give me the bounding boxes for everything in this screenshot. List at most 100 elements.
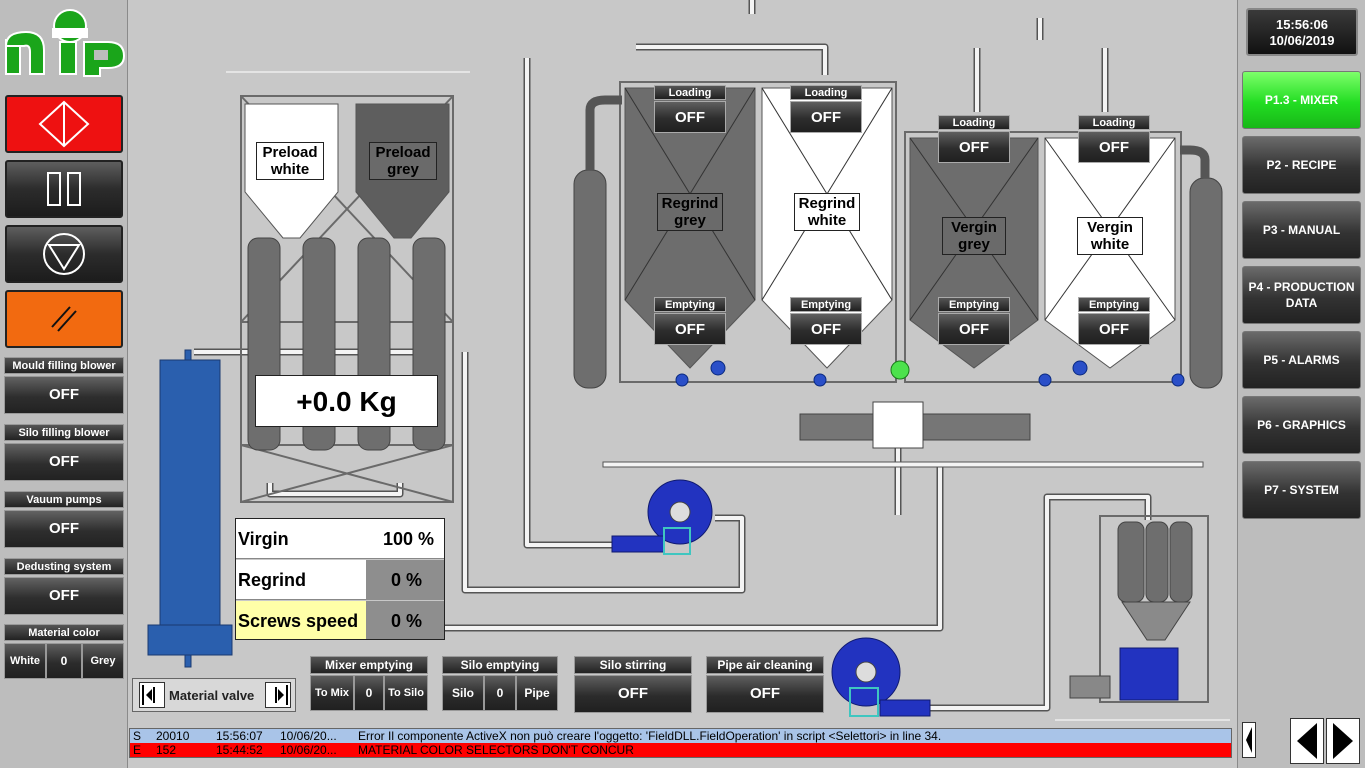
company-logo [4,6,126,78]
mould-filling-blower-label: Mould filling blower [4,357,124,374]
mix-table: Virgin 100 % Regrind 0 % Screws speed 0 … [235,518,445,640]
message-scroll-button[interactable] [1242,722,1256,758]
reset-slash-icon [51,306,77,332]
material-color-grey-button[interactable]: Grey [82,643,124,679]
silo-filling-blower-button[interactable]: OFF [4,443,124,481]
silo2-emptying-button[interactable]: OFF [790,313,862,345]
silo-emptying-value: 0 [484,675,516,711]
material-color-selector: White 0 Grey [4,643,124,679]
reset-button[interactable] [5,290,123,348]
mould-filling-blower-button[interactable]: OFF [4,376,124,414]
vacuum-pumps-button[interactable]: OFF [4,510,124,548]
valve-close-icon[interactable] [139,682,165,708]
small-left-arrow-icon [1246,727,1252,753]
message-type: S [133,729,142,743]
silo-emptying-silo-button[interactable]: Silo [442,675,484,711]
stop-triangle-icon [43,233,85,275]
silo-filling-blower-label: Silo filling blower [4,424,124,441]
start-diamond-icon [38,100,90,148]
nav-p6-graphics[interactable]: P6 - GRAPHICS [1242,396,1361,454]
clock-date: 10/06/2019 [1269,33,1335,48]
mix-row-label: Screws speed [238,611,359,631]
silo2-emptying-label: Emptying [790,297,862,312]
material-color-label: Material color [4,624,124,641]
preload-grey-label: Preload grey [369,142,437,180]
silo4-loading-label: Loading [1078,115,1150,130]
mix-row-screws-speed: Screws speed 0 % [236,601,444,639]
page-forward-button[interactable] [1326,718,1360,764]
nav-p4-production-data[interactable]: P4 - PRODUCTION DATA [1242,266,1361,324]
message-date: 10/06/20... [280,743,337,757]
material-valve-label: Material valve [169,688,255,703]
material-color-value: 0 [46,643,82,679]
silo4-loading-button[interactable]: OFF [1078,131,1150,163]
clock-time: 15:56:06 [1275,17,1329,32]
clock-display: 15:56:06 10/06/2019 [1246,8,1358,56]
mix-row-value: 0 % [390,611,422,631]
message-text: Error Il componente ActiveX non può crea… [358,729,942,743]
pause-icon [47,172,81,206]
silo3-emptying-label: Emptying [938,297,1010,312]
message-row: E 152 15:44:52 10/06/20... MATERIAL COLO… [130,743,1231,757]
silo-stirring-label: Silo stirring [574,656,692,674]
silo4-emptying-button[interactable]: OFF [1078,313,1150,345]
silo2-loading-label: Loading [790,85,862,100]
message-date: 10/06/20... [280,729,337,743]
mixer-emptying-value: 0 [354,675,384,711]
pipe-air-cleaning-label: Pipe air cleaning [706,656,824,674]
left-control-panel: Mould filling blower OFF Silo filling bl… [0,0,128,768]
silo1-loading-button[interactable]: OFF [654,101,726,133]
dedusting-system-button[interactable]: OFF [4,577,124,615]
stop-button[interactable] [5,225,123,283]
material-valve-control[interactable]: Material valve [132,678,296,712]
nav-p2-recipe[interactable]: P2 - RECIPE [1242,136,1361,194]
message-code: 152 [156,743,177,757]
material-color-white-button[interactable]: White [4,643,46,679]
silo-emptying-label: Silo emptying [442,656,558,674]
nav-p1-mixer[interactable]: P1.3 - MIXER [1242,71,1361,129]
mix-row-label: Regrind [238,570,307,590]
dedusting-system-label: Dedusting system [4,558,124,575]
pause-button[interactable] [5,160,123,218]
silo4-name: Vergin white [1077,217,1143,255]
silo3-name: Vergin grey [942,217,1006,255]
mix-row-value: 100 % [382,529,434,549]
mix-row-regrind: Regrind 0 % [236,560,444,600]
silo1-emptying-label: Emptying [654,297,726,312]
message-time: 15:56:07 [216,729,263,743]
silo1-name: Regrind grey [657,193,723,231]
silo2-loading-button[interactable]: OFF [790,101,862,133]
silo2-name: Regrind white [794,193,860,231]
message-row: S 20010 15:56:07 10/06/20... Error Il co… [130,729,1231,743]
pipe-air-cleaning-button[interactable]: OFF [706,675,824,713]
nav-p5-alarms[interactable]: P5 - ALARMS [1242,331,1361,389]
right-navigation-panel: 15:56:06 10/06/2019 P1.3 - MIXER P2 - RE… [1237,0,1365,768]
page-back-button[interactable] [1290,718,1324,764]
message-time: 15:44:52 [216,743,263,757]
nav-p3-manual[interactable]: P3 - MANUAL [1242,201,1361,259]
message-text: MATERIAL COLOR SELECTORS DON'T CONCUR [358,743,634,757]
mix-row-virgin: Virgin 100 % [236,519,444,559]
preload-weight-display: +0.0 Kg [255,375,438,427]
valve-open-icon[interactable] [265,682,291,708]
silo-emptying-pipe-button[interactable]: Pipe [516,675,558,711]
silo4-emptying-label: Emptying [1078,297,1150,312]
silo-stirring-button[interactable]: OFF [574,675,692,713]
silo3-emptying-button[interactable]: OFF [938,313,1010,345]
mix-row-label: Virgin [238,529,289,549]
right-arrow-icon [1333,723,1353,759]
message-list[interactable]: S 20010 15:56:07 10/06/20... Error Il co… [129,728,1232,758]
mix-row-value: 0 % [390,570,422,590]
silo1-loading-label: Loading [654,85,726,100]
mixer-emptying-to-mix-button[interactable]: To Mix [310,675,354,711]
start-button[interactable] [5,95,123,153]
mixer-emptying-to-silo-button[interactable]: To Silo [384,675,428,711]
message-code: 20010 [156,729,190,743]
mixer-emptying-label: Mixer emptying [310,656,428,674]
nav-p7-system[interactable]: P7 - SYSTEM [1242,461,1361,519]
preload-white-label: Preload white [256,142,324,180]
left-arrow-icon [1297,723,1317,759]
silo3-loading-button[interactable]: OFF [938,131,1010,163]
vacuum-pumps-label: Vauum pumps [4,491,124,508]
silo1-emptying-button[interactable]: OFF [654,313,726,345]
